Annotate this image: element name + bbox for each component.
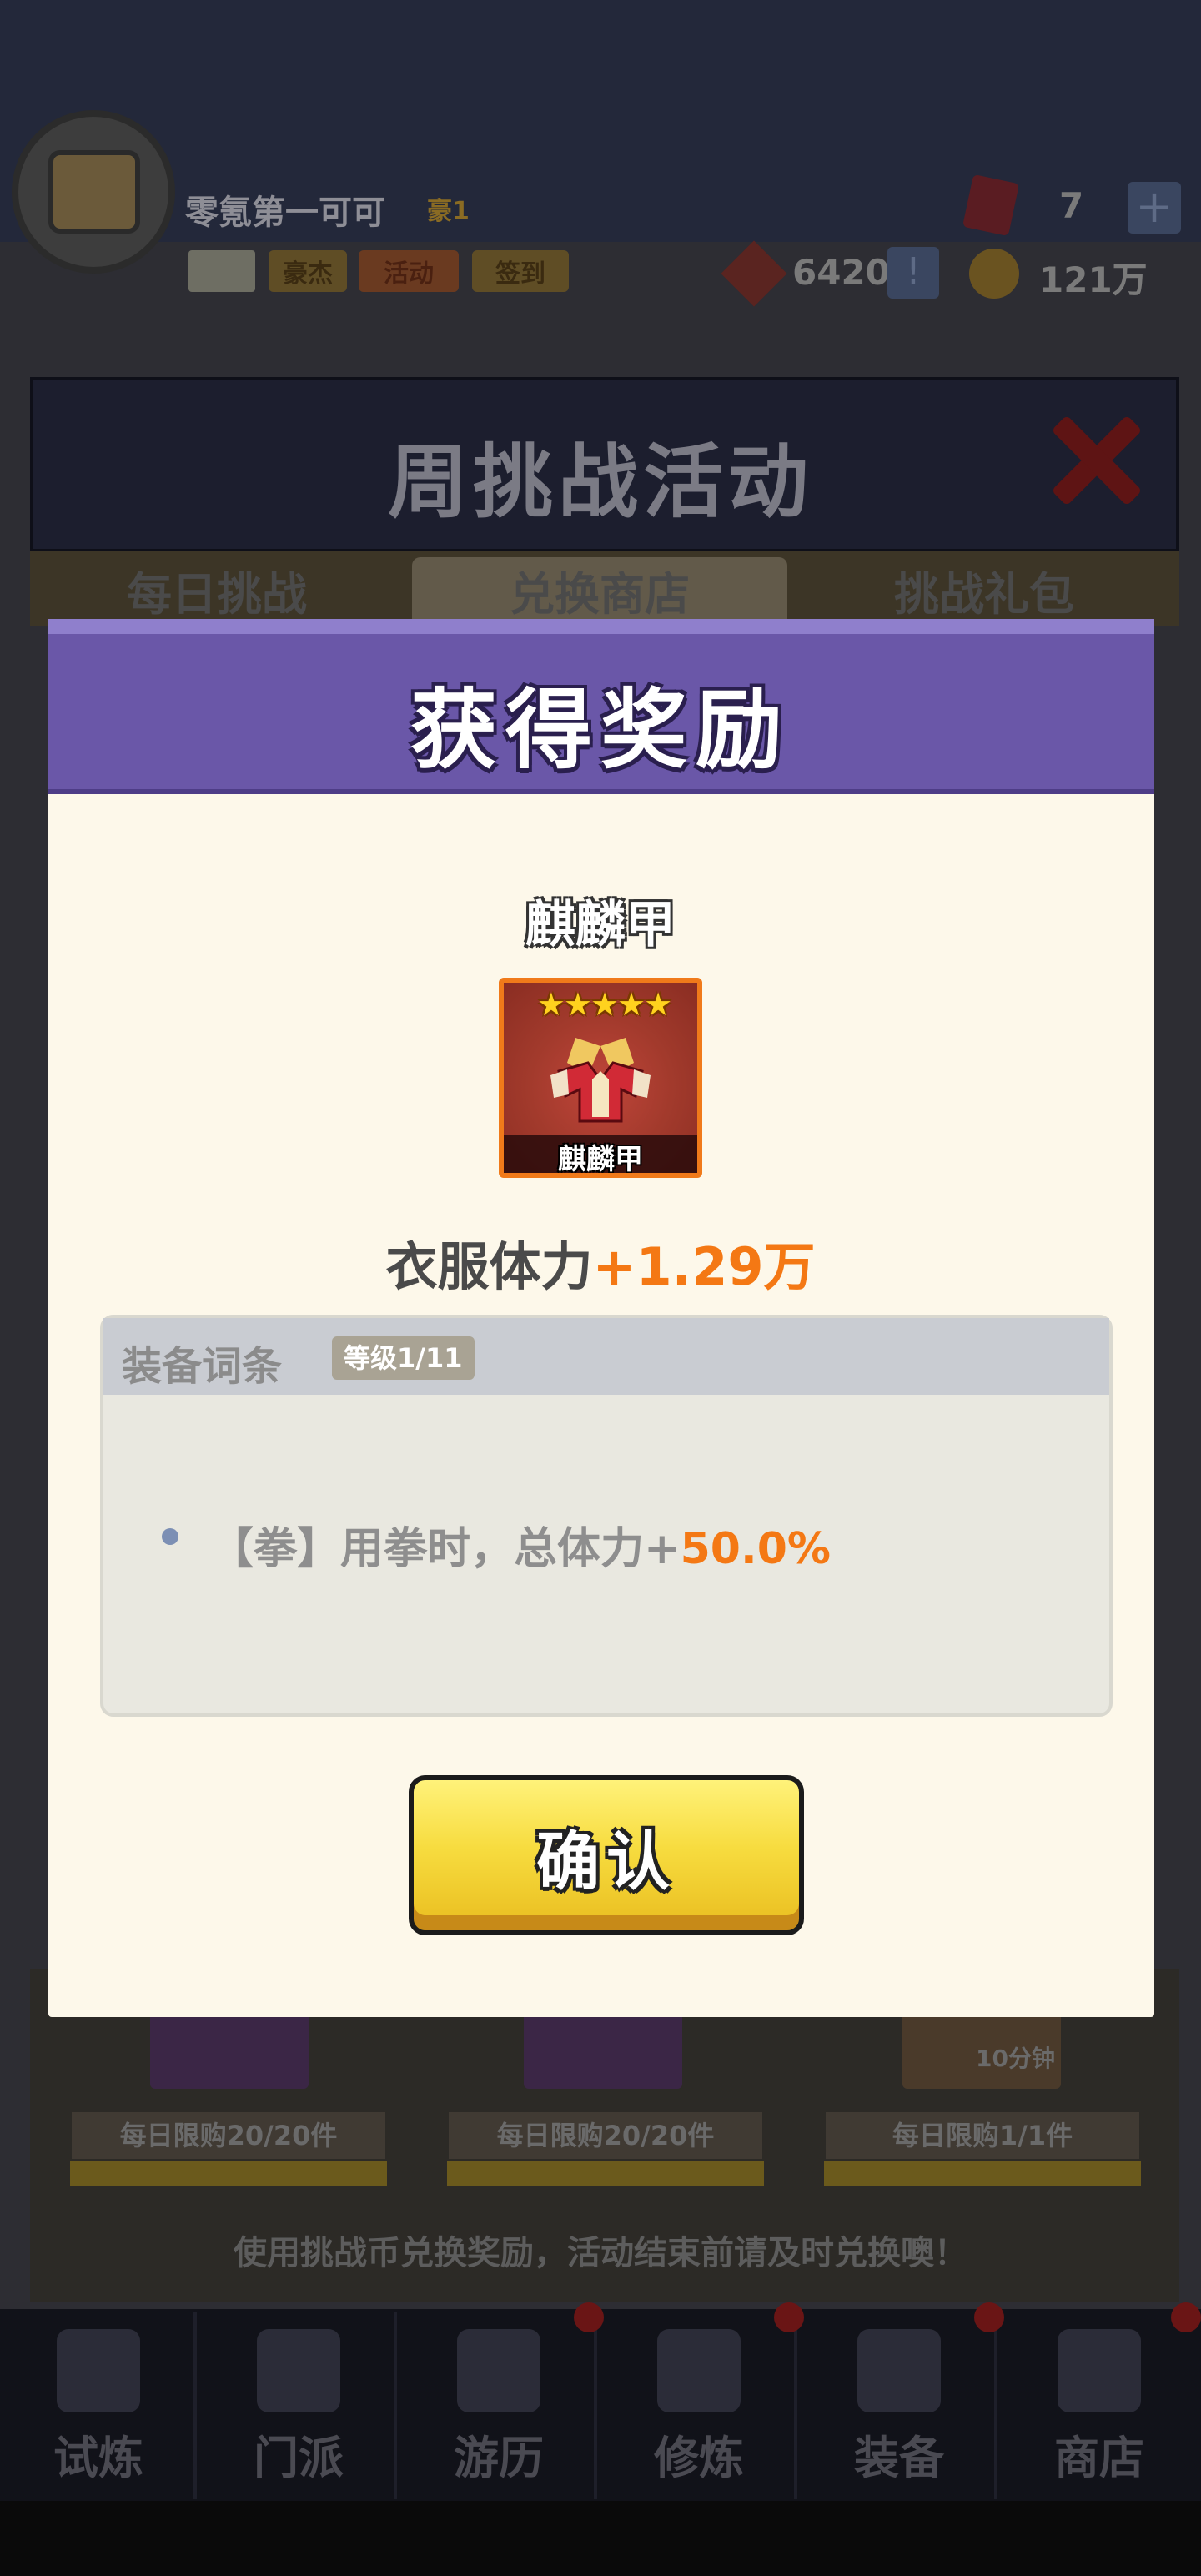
stat-label: 衣服体力 xyxy=(385,1236,593,1297)
scroll-icon xyxy=(657,2329,741,2412)
mail-icon[interactable] xyxy=(188,250,255,292)
coin-icon xyxy=(969,249,1019,299)
shop-limit-label: 每日限购20/20件 xyxy=(449,2112,762,2159)
armor-icon xyxy=(550,1038,651,1123)
affix-desc-text: 【拳】用拳时，总体力+ xyxy=(210,1524,681,1574)
shop-item-timer: 10分钟 xyxy=(976,2045,1055,2072)
shop-tip: 使用挑战币兑换奖励，活动结束前请及时兑换噢！ xyxy=(234,2234,967,2272)
system-nav-bar xyxy=(0,2501,1201,2576)
signin-tag-button[interactable]: 签到 xyxy=(472,250,569,292)
nav-trial[interactable]: 试炼 xyxy=(0,2312,197,2499)
shop-limit-label: 每日限购1/1件 xyxy=(826,2112,1139,2159)
reward-item-name: 麒麟甲 xyxy=(525,896,676,954)
mountain-icon xyxy=(457,2329,540,2412)
vip-badge: 豪1 xyxy=(427,197,470,226)
coin-count: 121万 xyxy=(1039,259,1148,300)
sword-icon xyxy=(857,2329,941,2412)
reward-item-card[interactable]: ★★★★★ 麒麟甲 xyxy=(499,978,702,1178)
nav-travel[interactable]: 游历 xyxy=(400,2312,597,2499)
notification-dot xyxy=(774,2302,804,2332)
player-avatar[interactable] xyxy=(12,110,175,274)
ninja-icon xyxy=(57,2329,140,2412)
shop-icon xyxy=(1058,2329,1141,2412)
bullet-icon xyxy=(162,1528,178,1545)
top-status-bar xyxy=(0,0,1201,242)
shop-item-card[interactable] xyxy=(524,2005,682,2089)
item-caption: 麒麟甲 xyxy=(558,1143,643,1176)
nav-label: 修炼 xyxy=(654,2432,744,2484)
player-name: 零氪第一可可 xyxy=(185,194,385,232)
token-info-button[interactable]: ! xyxy=(887,247,939,299)
nav-cultivate[interactable]: 修炼 xyxy=(600,2312,797,2499)
temple-icon xyxy=(257,2329,340,2412)
add-gem-button[interactable]: + xyxy=(1128,182,1181,234)
nav-shop[interactable]: 商店 xyxy=(1001,2312,1198,2499)
close-icon[interactable] xyxy=(1043,410,1143,511)
affix-title: 装备词条 xyxy=(122,1343,283,1390)
nav-equipment[interactable]: 装备 xyxy=(801,2312,997,2499)
shop-item-card[interactable] xyxy=(150,2005,309,2089)
notification-dot xyxy=(574,2302,604,2332)
reward-stat-line: 衣服体力+1.29万 xyxy=(0,1225,1201,1300)
stat-value: +1.29万 xyxy=(592,1236,816,1297)
avatar-chest-icon xyxy=(48,150,140,234)
activity-tag-button[interactable]: 活动 xyxy=(359,250,459,292)
shop-buy-button[interactable] xyxy=(447,2161,764,2186)
nav-label: 游历 xyxy=(454,2432,544,2484)
reward-modal-title: 获得奖励 xyxy=(410,679,791,781)
item-stars: ★★★★★ xyxy=(536,986,672,1023)
gem-count: 7 xyxy=(1059,185,1084,226)
hero-tag-button[interactable]: 豪杰 xyxy=(269,250,347,292)
affix-level-badge: 等级1/11 xyxy=(332,1336,475,1380)
nav-label: 装备 xyxy=(854,2432,944,2484)
reward-modal-header-highlight xyxy=(48,619,1154,634)
shop-buy-button[interactable] xyxy=(70,2161,387,2186)
affix-description: 【拳】用拳时，总体力+50.0% xyxy=(210,1513,831,1576)
nav-label: 商店 xyxy=(1054,2432,1144,2484)
notification-dot xyxy=(1171,2302,1201,2332)
token-count: 6420 xyxy=(792,252,890,293)
shop-buy-button[interactable] xyxy=(824,2161,1141,2186)
affix-value: 50.0% xyxy=(680,1524,831,1574)
confirm-button-label: 确认 xyxy=(536,1824,676,1899)
notification-dot xyxy=(974,2302,1004,2332)
shop-limit-label: 每日限购20/20件 xyxy=(72,2112,385,2159)
nav-sect[interactable]: 门派 xyxy=(200,2312,397,2499)
event-panel-title: 周挑战活动 xyxy=(388,435,813,529)
nav-label: 试炼 xyxy=(53,2432,143,2484)
nav-label: 门派 xyxy=(254,2432,344,2484)
